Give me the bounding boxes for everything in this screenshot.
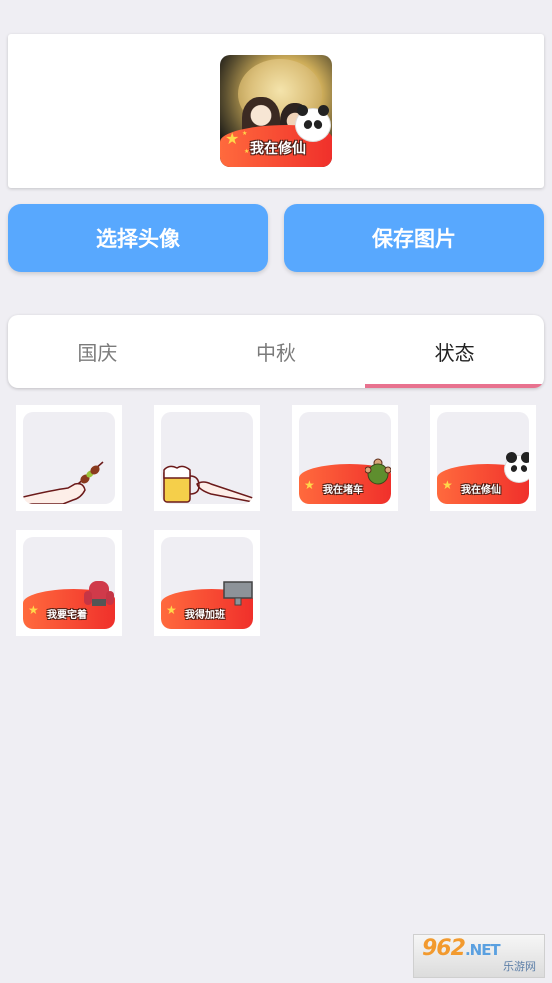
choose-avatar-button[interactable]: 选择头像 <box>8 204 268 272</box>
frame-caption: 我在修仙 <box>250 141 306 157</box>
frame-preview: ★ 我在堵车 <box>299 412 391 504</box>
avatar-preview-image: ★ ★ ★ 我在修仙 <box>220 55 332 167</box>
star-icon: ★ <box>225 129 240 148</box>
watermark-number: 962 <box>422 936 466 962</box>
frame-option-skewer[interactable] <box>16 405 122 511</box>
frame-caption: 我得加班 <box>185 610 225 621</box>
frame-option-cultivating[interactable]: ★ 我在修仙 <box>430 405 536 511</box>
star-icon: ★ <box>304 478 315 492</box>
frame-option-beer[interactable] <box>154 405 260 511</box>
star-icon: ★ <box>242 130 248 137</box>
active-tab-indicator <box>365 384 544 388</box>
star-icon: ★ <box>166 603 177 617</box>
beer-mug-icon <box>163 465 253 503</box>
tab-label: 状态 <box>434 341 475 365</box>
frame-preview <box>23 412 115 504</box>
watermark-domain: .NET <box>464 941 501 960</box>
watermark-logo: 962.NET 乐游网 <box>413 934 545 978</box>
frame-preview: ★ 我得加班 <box>161 537 253 629</box>
star-icon: ★ <box>442 478 453 492</box>
frame-option-overtime[interactable]: ★ 我得加班 <box>154 530 260 636</box>
tab-mid-autumn[interactable]: 中秋 <box>187 315 366 388</box>
tab-national-day[interactable]: 国庆 <box>8 315 187 388</box>
frame-preview <box>161 412 253 504</box>
star-icon: ★ <box>244 148 250 155</box>
frame-caption: 我在修仙 <box>461 485 501 496</box>
panda-icon <box>296 105 330 141</box>
tab-label: 国庆 <box>77 341 118 365</box>
watermark-name: 乐游网 <box>503 960 536 974</box>
computer-monitor-icon <box>223 581 253 606</box>
frame-option-stay-home[interactable]: ★ 我要宅着 <box>16 530 122 636</box>
armchair-icon <box>84 581 114 606</box>
panda-icon <box>505 452 529 482</box>
skewer-icon <box>23 461 104 504</box>
tab-label: 中秋 <box>256 341 296 365</box>
category-tabs: 国庆 中秋 状态 <box>8 315 544 388</box>
tab-status[interactable]: 状态 <box>365 315 544 388</box>
avatar-preview-card: ★ ★ ★ 我在修仙 <box>8 34 544 188</box>
frame-caption: 我要宅着 <box>47 610 87 621</box>
frame-caption: 我在堵车 <box>323 485 363 496</box>
frame-preview: ★ 我要宅着 <box>23 537 115 629</box>
turtle-icon <box>365 458 391 485</box>
star-icon: ★ <box>28 603 39 617</box>
frame-preview: ★ 我在修仙 <box>437 412 529 504</box>
save-image-button[interactable]: 保存图片 <box>284 204 544 272</box>
frame-option-traffic[interactable]: ★ 我在堵车 <box>292 405 398 511</box>
